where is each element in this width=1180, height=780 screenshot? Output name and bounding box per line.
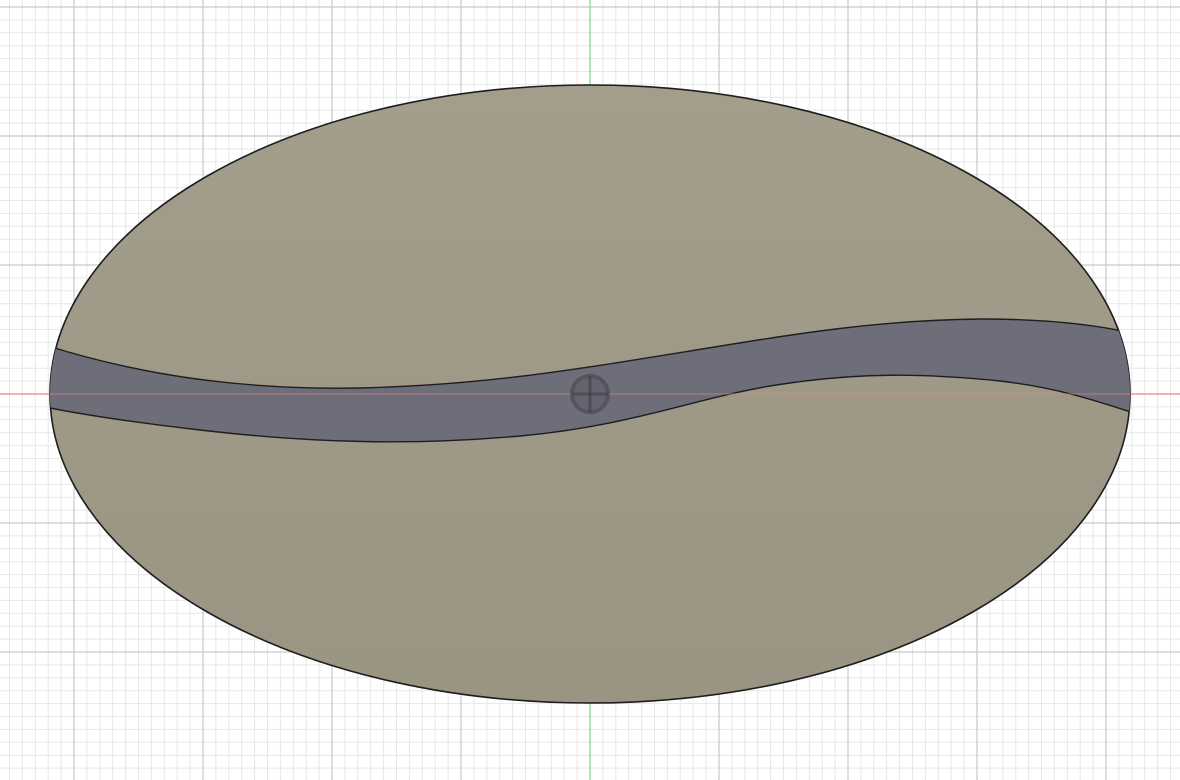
sketch-canvas[interactable] — [0, 0, 1180, 780]
design-viewport[interactable] — [0, 0, 1180, 780]
origin-point-icon[interactable] — [570, 374, 610, 414]
